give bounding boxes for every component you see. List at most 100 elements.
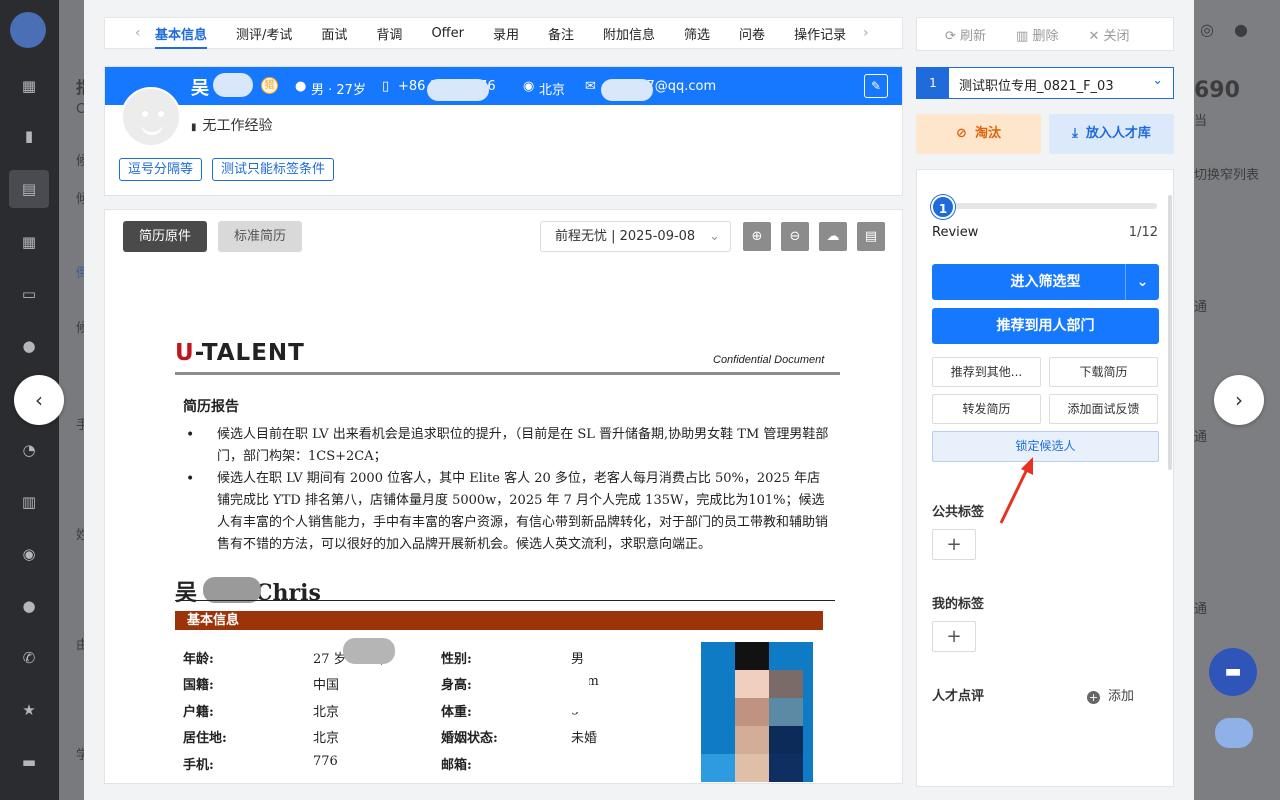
- standard-resume-button[interactable]: 标准简历: [218, 221, 302, 252]
- edit-icon[interactable]: ✎: [864, 74, 888, 98]
- add-feedback-button[interactable]: 添加面试反馈: [1049, 394, 1158, 424]
- tab-additional-info[interactable]: 附加信息: [603, 24, 655, 43]
- dashboard-icon[interactable]: ▦: [20, 77, 38, 95]
- ban-icon: ⊘: [956, 126, 967, 141]
- step-count: 1/12: [1128, 225, 1158, 240]
- report-title: 简历报告: [183, 399, 239, 415]
- user-icon: ●: [295, 79, 307, 94]
- candidate-header: 吴 猎 ● 男 · 27岁 ▯ +86 1··········76 ◉ 北京 ✉…: [104, 66, 903, 196]
- lock-candidate-button[interactable]: 锁定候选人: [932, 431, 1159, 462]
- work-experience: ▮ 无工作经验: [191, 115, 273, 135]
- info-key: 婚姻状态:: [441, 731, 498, 746]
- tabs-prev-icon[interactable]: ‹: [135, 25, 141, 41]
- help-icon[interactable]: ◎: [1200, 20, 1214, 39]
- bar-chart-icon[interactable]: ▥: [20, 493, 38, 511]
- talent-pool-button[interactable]: ⤓ 放入人才库: [1049, 114, 1174, 154]
- tabs-next-icon[interactable]: ›: [863, 25, 869, 41]
- chevron-down-icon[interactable]: ⌄: [1125, 264, 1159, 300]
- prev-candidate-button[interactable]: ‹: [14, 375, 64, 425]
- note-icon[interactable]: ▤: [857, 222, 885, 251]
- location-icon: ◉: [523, 79, 535, 94]
- tab-questionnaire[interactable]: 问卷: [739, 24, 765, 43]
- delete-button[interactable]: ▥ 删除: [1016, 25, 1058, 44]
- tab-hire[interactable]: 录用: [493, 24, 519, 43]
- city: 北京: [539, 83, 566, 98]
- message-icon[interactable]: ▬: [20, 753, 38, 771]
- email-redaction: [573, 748, 693, 778]
- eliminate-button[interactable]: ⊘ 淘汰: [916, 114, 1041, 154]
- assistant-robot-icon[interactable]: [1215, 718, 1253, 748]
- tab-background-check[interactable]: 背调: [376, 24, 402, 43]
- add-review-button[interactable]: + 添加: [1087, 685, 1134, 704]
- step-progress-track: [943, 203, 1157, 209]
- next-candidate-button[interactable]: ›: [1214, 375, 1264, 425]
- candidate-tag[interactable]: 测试只能标签条件: [212, 158, 335, 181]
- step-indicator: 1: [931, 195, 955, 219]
- account-icon[interactable]: ●: [1234, 20, 1248, 39]
- info-key: 户籍:: [183, 705, 214, 720]
- resume-source-select[interactable]: 前程无忧 | 2025-09-08 ⌄: [540, 221, 731, 252]
- chat-support-icon[interactable]: ▬: [1209, 648, 1257, 696]
- chevron-left-icon: ‹: [35, 388, 43, 412]
- panel-scrollbar[interactable]: [1168, 195, 1172, 470]
- bg-toggle-text: 切换窄列表: [1194, 168, 1260, 183]
- tab-basic-info[interactable]: 基本信息: [155, 24, 208, 49]
- download-icon[interactable]: ☁: [819, 222, 847, 251]
- add-review-label: 添加: [1108, 689, 1135, 704]
- talent-pool-label: 放入人才库: [1085, 126, 1151, 141]
- add-my-tag-button[interactable]: +: [932, 621, 976, 652]
- add-public-tag-button[interactable]: +: [932, 529, 976, 560]
- wechat-icon[interactable]: ●: [20, 337, 38, 355]
- confidential-label: Confidential Document: [713, 354, 825, 366]
- phone-icon[interactable]: ✆: [20, 649, 38, 667]
- detail-tabs: ‹ 基本信息 测评/考试 面试 背调 Offer 录用 备注 附加信息 筛选 问…: [104, 17, 903, 49]
- experience-text: 无工作经验: [202, 118, 273, 134]
- close-button[interactable]: ✕ 关闭: [1088, 25, 1129, 44]
- briefcase-small-icon: ▮: [191, 122, 197, 133]
- job-index: 1: [917, 68, 949, 98]
- candidate-tag[interactable]: 逗号分隔等: [119, 158, 203, 181]
- download-resume-button[interactable]: 下载简历: [1049, 357, 1158, 387]
- resume-search-icon[interactable]: ▤: [9, 170, 49, 208]
- briefcase-icon[interactable]: ▮: [20, 127, 38, 145]
- tab-operation-log[interactable]: 操作记录: [794, 24, 846, 43]
- info-value: 北京: [313, 731, 340, 746]
- talent-review-label: 人才点评: [932, 689, 985, 704]
- recommend-dept-button[interactable]: 推荐到用人部门: [932, 308, 1159, 344]
- job-select[interactable]: 1 测试职位专用_0821_F_03 ⌄: [916, 67, 1174, 99]
- info-value: 中国: [313, 678, 340, 693]
- bg-number: 690: [1194, 78, 1240, 103]
- forward-resume-button[interactable]: 转发简历: [932, 394, 1041, 424]
- report-bullet: 候选人目前在职 LV 出来看机会是追求职位的提升，（目前是在 SL 晋升储备期,…: [183, 424, 833, 468]
- refresh-button[interactable]: ⟳ 刷新: [945, 25, 986, 44]
- tab-interview[interactable]: 面试: [321, 24, 347, 43]
- zoom-out-icon[interactable]: ⊖: [781, 222, 809, 251]
- tab-screening[interactable]: 筛选: [684, 24, 710, 43]
- calendar-icon[interactable]: ▦: [20, 233, 38, 251]
- email-redaction: [601, 79, 653, 101]
- enter-screening-button[interactable]: 进入筛选型 ⌄: [932, 264, 1159, 300]
- bg-tong: 通: [1194, 300, 1208, 315]
- users-icon[interactable]: ●: [20, 597, 38, 615]
- recommend-other-button[interactable]: 推荐到其他...: [932, 357, 1041, 387]
- name-redaction: [213, 73, 253, 97]
- tab-assessment[interactable]: 测评/考试: [236, 24, 292, 43]
- section-header: 基本信息: [175, 611, 823, 630]
- avatar: [121, 87, 181, 147]
- app-logo[interactable]: [10, 12, 46, 48]
- zoom-in-icon[interactable]: ⊕: [743, 222, 771, 251]
- user-star-icon[interactable]: ★: [20, 701, 38, 719]
- original-resume-button[interactable]: 简历原件: [123, 221, 207, 252]
- delete-label: 删除: [1032, 28, 1059, 44]
- divider: [175, 600, 835, 601]
- name-right: Chris: [255, 580, 321, 606]
- source-value: 前程无忧 | 2025-09-08: [555, 229, 696, 244]
- tab-notes[interactable]: 备注: [548, 24, 574, 43]
- user-circle-icon[interactable]: ◉: [20, 545, 38, 563]
- info-value: 未婚: [571, 731, 598, 746]
- tab-offer[interactable]: Offer: [431, 26, 464, 41]
- chevron-down-icon: ⌄: [709, 229, 720, 244]
- utalent-logo: U-TALENT: [175, 340, 305, 366]
- pie-chart-icon[interactable]: ◔: [20, 441, 38, 459]
- id-card-icon[interactable]: ▭: [20, 285, 38, 303]
